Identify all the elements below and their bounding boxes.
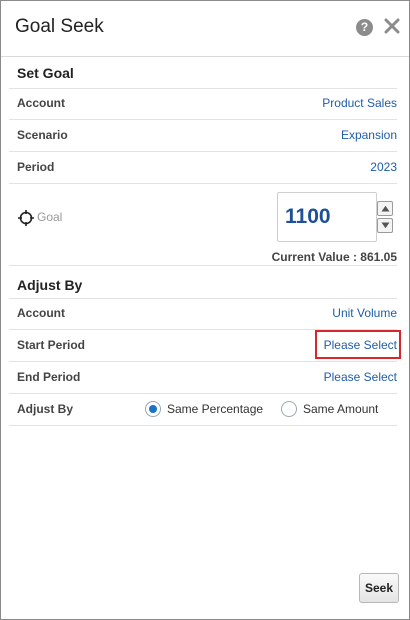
adjust-mode-label: Adjust By bbox=[17, 402, 74, 416]
start-period-label: Start Period bbox=[17, 338, 86, 352]
chevron-down-icon bbox=[381, 222, 390, 229]
increment-button[interactable] bbox=[377, 201, 393, 216]
help-icon[interactable]: ? bbox=[356, 19, 373, 36]
adjust-by-heading: Adjust By bbox=[17, 277, 83, 293]
end-period-row: End Period Please Select bbox=[9, 362, 397, 394]
adjust-mode-row: Adjust By Same Percentage Same Amount bbox=[9, 394, 397, 426]
chevron-up-icon bbox=[381, 205, 390, 212]
same-percentage-radio[interactable] bbox=[145, 401, 161, 417]
decrement-button[interactable] bbox=[377, 218, 393, 233]
goal-value-input[interactable] bbox=[277, 192, 377, 242]
close-icon[interactable] bbox=[384, 18, 400, 34]
period-row: Period 2023 bbox=[9, 152, 397, 184]
current-value: Current Value : 861.05 bbox=[271, 250, 397, 264]
same-amount-radio[interactable] bbox=[281, 401, 297, 417]
end-period-select-link[interactable]: Please Select bbox=[324, 370, 397, 384]
account-label: Account bbox=[17, 96, 65, 110]
scenario-row: Scenario Expansion bbox=[9, 120, 397, 152]
same-amount-label[interactable]: Same Amount bbox=[303, 402, 378, 416]
goal-label: Goal bbox=[37, 210, 63, 224]
adjust-account-label: Account bbox=[17, 306, 65, 320]
period-value-link[interactable]: 2023 bbox=[370, 160, 397, 174]
adjust-account-value-link[interactable]: Unit Volume bbox=[332, 306, 397, 320]
highlight-box bbox=[315, 330, 401, 359]
end-period-label: End Period bbox=[17, 370, 81, 384]
title-bar: Goal Seek ? bbox=[1, 1, 409, 57]
panel-title: Goal Seek bbox=[15, 16, 104, 37]
scenario-value-link[interactable]: Expansion bbox=[341, 128, 397, 142]
seek-button[interactable]: Seek bbox=[359, 573, 399, 603]
goal-row: Goal Current Value : 861.05 bbox=[9, 184, 397, 266]
target-icon bbox=[18, 210, 34, 226]
account-row: Account Product Sales bbox=[9, 88, 397, 120]
scenario-label: Scenario bbox=[17, 128, 68, 142]
goal-seek-panel: Goal Seek ? Set Goal Account Product Sal… bbox=[0, 0, 410, 620]
set-goal-heading: Set Goal bbox=[17, 65, 74, 81]
same-percentage-label[interactable]: Same Percentage bbox=[167, 402, 263, 416]
start-period-row: Start Period Please Select bbox=[9, 330, 401, 362]
period-label: Period bbox=[17, 160, 55, 174]
adjust-account-row: Account Unit Volume bbox=[9, 298, 397, 330]
account-value-link[interactable]: Product Sales bbox=[322, 96, 397, 110]
